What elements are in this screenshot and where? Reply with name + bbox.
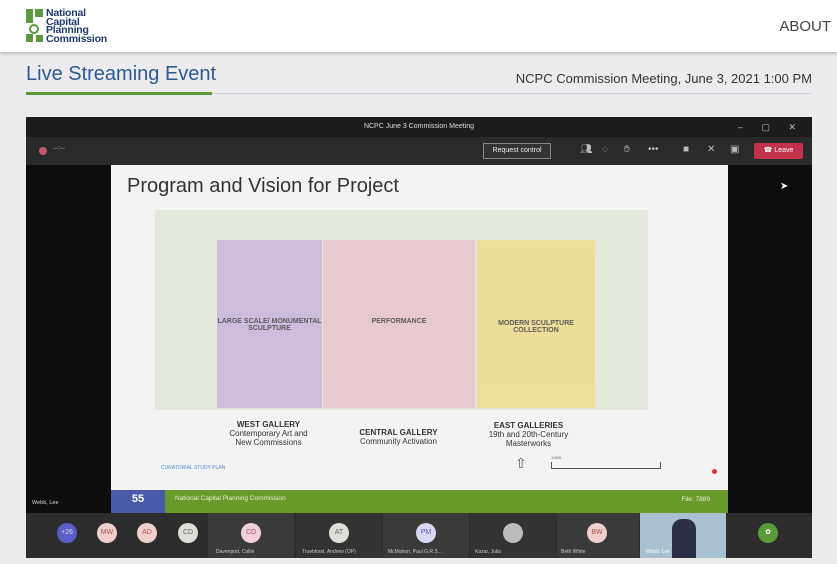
scale-label: 1:500 (551, 455, 562, 460)
laser-pointer (712, 469, 717, 474)
participant-tile[interactable]: BW Beth White (557, 513, 639, 558)
participant-name: Webb, Lee (646, 549, 671, 555)
avatar: AT (329, 523, 349, 543)
call-timer: –○– (53, 145, 66, 152)
avatar: BW (587, 523, 607, 543)
more-icon[interactable]: ••• (648, 144, 659, 155)
page-title: Live Streaming Event (26, 63, 217, 85)
logo-text: Commission (46, 32, 108, 45)
participant-tile[interactable]: PM McMahon, Paul G.R.S... (383, 513, 469, 558)
gallery-name: EAST GALLERIES (493, 421, 564, 430)
gallery-name: WEST GALLERY (236, 420, 301, 429)
gallery-desc: Contemporary Art and New Commissions (229, 429, 308, 447)
gallery-central: CENTRAL GALLERY Community Activation (351, 428, 446, 446)
window-controls[interactable]: – ▢ ✕ (738, 117, 804, 137)
chat-icon[interactable]: ◌ (602, 144, 608, 155)
site-plan: LARGE SCALE/ MONUMENTAL SCULPTURE PERFOR… (155, 210, 648, 410)
teams-title-bar: NCPC June 3 Commission Meeting – ▢ ✕ (26, 117, 812, 137)
participant-tile[interactable]: Kozar, Julia (470, 513, 556, 558)
north-arrow-icon: ⇧ (515, 455, 527, 471)
site-header: National Capital Planning Commission ABOUT (0, 0, 837, 52)
avatar: CD (241, 523, 261, 543)
gallery-east: EAST GALLERIES 19th and 20th-Century Mast… (481, 421, 576, 448)
participant-name: Davenport, Collin (216, 549, 255, 555)
zone-label: LARGE SCALE/ MONUMENTAL SCULPTURE (217, 318, 322, 332)
gallery-west: WEST GALLERY Contemporary Art and New Com… (221, 420, 316, 447)
speaker-video (672, 519, 696, 558)
overflow-avatar[interactable]: +26 (57, 523, 77, 543)
participant-name: Kozar, Julia (475, 549, 501, 555)
plan-caption: CURATORIAL STUDY PLAN (161, 465, 226, 471)
gallery-desc: 19th and 20th-Century Masterworks (488, 430, 569, 448)
footer-org: National Capital Planning Commission (175, 495, 286, 502)
zone-central: PERFORMANCE (323, 240, 475, 408)
avatar[interactable]: CD (178, 523, 198, 543)
avatar[interactable]: MW (97, 523, 117, 543)
people-icon[interactable]: 👥︎ (580, 144, 593, 155)
zone-east: MODERN SCULPTURE COLLECTION (477, 240, 595, 408)
slide-footer: 55 National Capital Planning Commission Fi… (111, 490, 728, 513)
slide-number: 55 (111, 490, 165, 513)
scale-bar (551, 462, 661, 469)
participant-name: McMahon, Paul G.R.S... (388, 549, 442, 555)
leave-button[interactable]: ☎ Leave (754, 143, 803, 159)
mic-off-icon[interactable]: ✕ (707, 144, 715, 155)
window-title: NCPC June 3 Commission Meeting (363, 123, 475, 130)
cursor-icon: ➤ (780, 181, 789, 192)
slide-title: Program and Vision for Project (127, 175, 399, 197)
video-stream[interactable]: NCPC June 3 Commission Meeting – ▢ ✕ –○– … (26, 117, 812, 558)
nav-about[interactable]: ABOUT (779, 18, 831, 35)
request-control-button[interactable]: Request control (483, 143, 551, 159)
teams-toolbar: –○– Request control 👥︎ ◌ ✋︎ ••• ■ ✕ ▣ ☎ … (26, 137, 812, 165)
participant-name: Trueblood, Andrew (OP) (302, 549, 356, 555)
participant-tile[interactable]: CD Davenport, Collin (208, 513, 294, 558)
gallery-desc: Community Activation (360, 437, 437, 446)
shared-screen: Program and Vision for Project LARGE SCA… (26, 165, 812, 513)
avatar-photo (503, 523, 523, 543)
presentation-slide: Program and Vision for Project LARGE SCA… (111, 165, 728, 513)
footer-file: File: 7889 (681, 496, 710, 503)
avatar[interactable]: AD (137, 523, 157, 543)
title-underline (26, 92, 212, 95)
ncpc-avatar-icon[interactable]: ✿ (758, 523, 778, 543)
reactions-icon[interactable]: ✋︎ (624, 144, 630, 155)
recording-icon (39, 147, 47, 155)
leave-label: Leave (774, 147, 794, 154)
ncpc-logo[interactable]: National Capital Planning Commission (26, 8, 108, 45)
zone-label: MODERN SCULPTURE COLLECTION (498, 320, 574, 334)
presenter-name: Webb, Lee (32, 500, 59, 506)
participant-video[interactable]: Webb, Lee (640, 513, 726, 558)
logo-mark-icon (26, 9, 43, 42)
gallery-name: CENTRAL GALLERY (359, 428, 438, 437)
share-icon[interactable]: ▣ (730, 144, 739, 155)
participant-strip: +26 MW AD CD CD Davenport, Collin AT Trueb… (26, 513, 812, 558)
zone-west: LARGE SCALE/ MONUMENTAL SCULPTURE (217, 240, 322, 408)
camera-icon[interactable]: ■ (683, 144, 689, 155)
participant-tile[interactable]: AT Trueblood, Andrew (OP) (296, 513, 382, 558)
zone-label: PERFORMANCE (371, 318, 427, 325)
participant-name: Beth White (561, 549, 586, 555)
avatar: PM (416, 523, 436, 543)
phone-icon: ☎ (763, 147, 775, 154)
meeting-info: NCPC Commission Meeting, June 3, 2021 1:… (515, 71, 812, 86)
